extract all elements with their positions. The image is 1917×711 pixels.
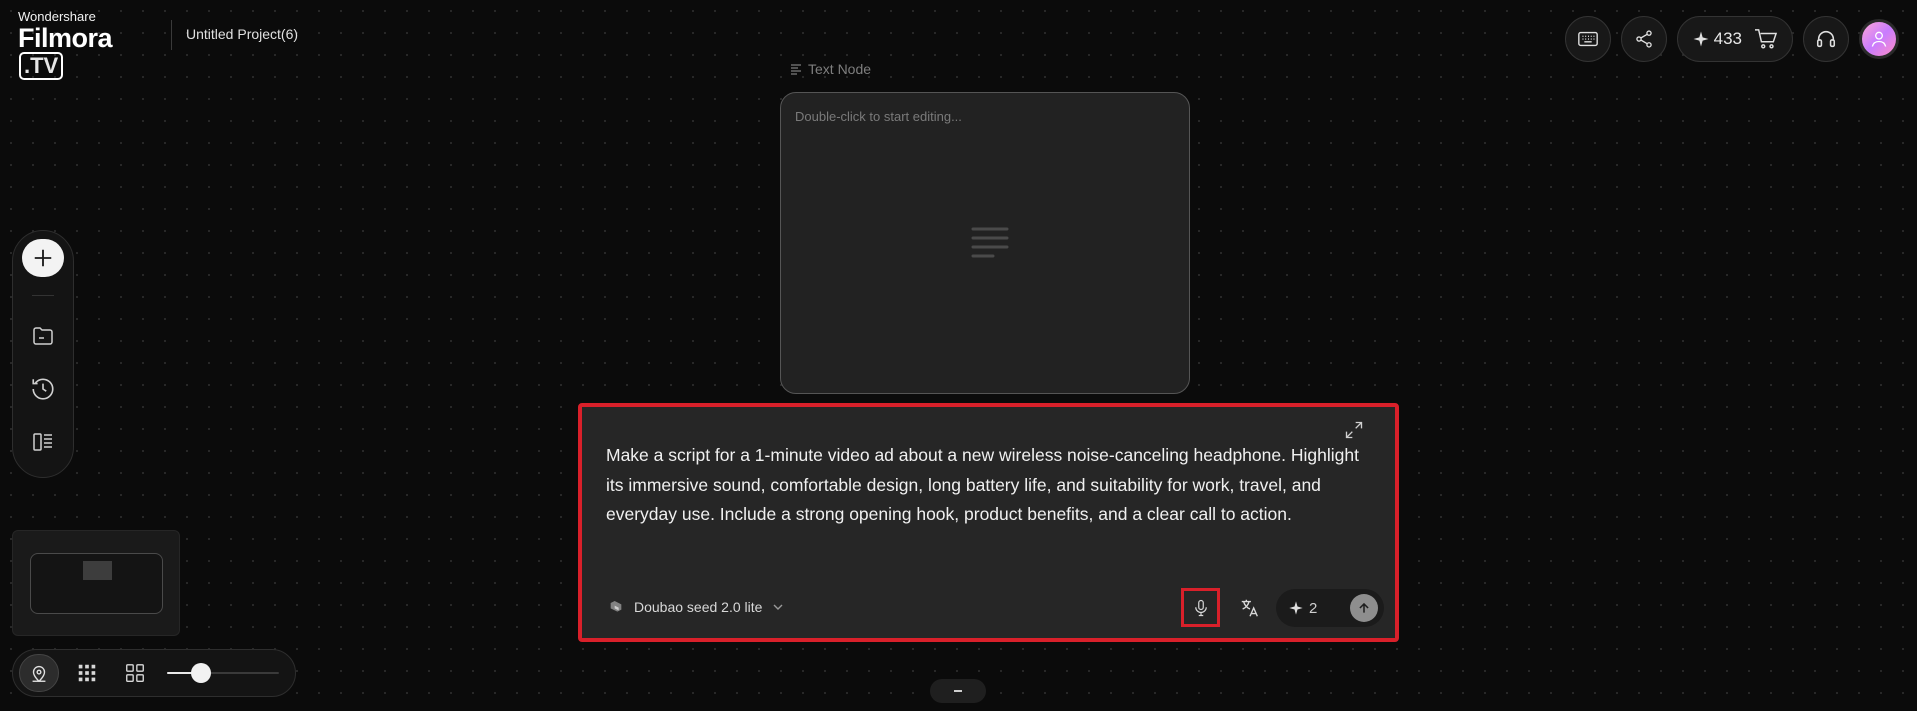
header-divider <box>171 20 172 50</box>
prompt-textarea[interactable]: Make a script for a 1-minute video ad ab… <box>606 441 1366 530</box>
text-lines-icon <box>791 64 801 75</box>
model-name: Doubao seed 2.0 lite <box>634 599 763 615</box>
share-icon <box>1635 30 1652 48</box>
voice-input-button[interactable] <box>1181 588 1220 627</box>
layout-icon <box>33 433 52 451</box>
text-node-title: Text Node <box>808 61 872 77</box>
templates-button[interactable] <box>23 424 63 460</box>
apps-view-button[interactable] <box>115 654 155 692</box>
collapse-panel-button[interactable] <box>930 679 986 703</box>
filmora-logo[interactable]: Wondershare Filmora.TV <box>18 9 153 80</box>
expand-icon <box>1345 421 1363 439</box>
plus-icon <box>34 249 52 267</box>
apps-icon <box>126 664 144 682</box>
text-node[interactable]: Double-click to start editing... <box>780 92 1190 394</box>
prompt-panel: Make a script for a 1-minute video ad ab… <box>578 403 1399 642</box>
locate-button[interactable] <box>19 654 59 692</box>
text-node-placeholder: Double-click to start editing... <box>795 109 962 124</box>
zoom-thumb[interactable] <box>190 663 211 683</box>
grid-view-button[interactable] <box>67 654 107 692</box>
headset-icon <box>1816 30 1836 48</box>
arrow-up-icon <box>1359 602 1369 613</box>
add-node-button[interactable] <box>22 239 64 277</box>
translate-icon <box>1241 599 1258 617</box>
history-icon <box>32 378 54 400</box>
brand-name-text: Filmora <box>18 23 113 53</box>
canvas-controls <box>12 649 296 697</box>
user-icon <box>1871 31 1887 47</box>
cart-icon[interactable] <box>1754 28 1778 50</box>
sparkle-icon <box>1289 601 1303 615</box>
folder-icon <box>33 327 53 345</box>
minimap[interactable] <box>12 530 180 636</box>
minus-icon <box>954 690 962 692</box>
brand-suffix-text: .TV <box>19 52 64 80</box>
model-logo-icon <box>610 601 622 612</box>
zoom-slider[interactable] <box>167 663 279 683</box>
text-node-label: Text Node <box>790 61 871 77</box>
minimap-node <box>83 561 112 580</box>
user-avatar[interactable] <box>1859 19 1899 59</box>
keyboard-shortcuts-button[interactable] <box>1564 16 1611 62</box>
top-right-toolbar: 433 <box>1564 16 1899 62</box>
send-button[interactable] <box>1350 594 1378 622</box>
credits-pill[interactable]: 433 <box>1676 16 1793 62</box>
share-button[interactable] <box>1620 16 1667 62</box>
model-selector[interactable]: Doubao seed 2.0 lite <box>608 599 784 615</box>
toolbar-divider <box>32 294 54 296</box>
brand-small-text: Wondershare <box>18 9 96 24</box>
send-group: 2 <box>1276 589 1384 627</box>
credit-cost: 2 <box>1309 599 1318 617</box>
credits-count: 433 <box>1713 29 1742 48</box>
grid-icon <box>78 664 96 682</box>
locate-icon <box>32 665 46 683</box>
left-toolbar <box>12 230 74 478</box>
microphone-icon <box>1194 599 1207 616</box>
history-button[interactable] <box>23 371 63 407</box>
chevron-down-icon <box>773 604 783 610</box>
sparkle-icon <box>1693 31 1709 47</box>
keyboard-icon <box>1577 31 1598 47</box>
text-node-lines-icon <box>971 227 1009 258</box>
expand-button[interactable] <box>1343 419 1365 441</box>
support-button[interactable] <box>1803 16 1849 62</box>
assets-button[interactable] <box>23 318 63 354</box>
translate-button[interactable] <box>1234 592 1266 624</box>
project-title[interactable]: Untitled Project(6) <box>186 26 298 42</box>
